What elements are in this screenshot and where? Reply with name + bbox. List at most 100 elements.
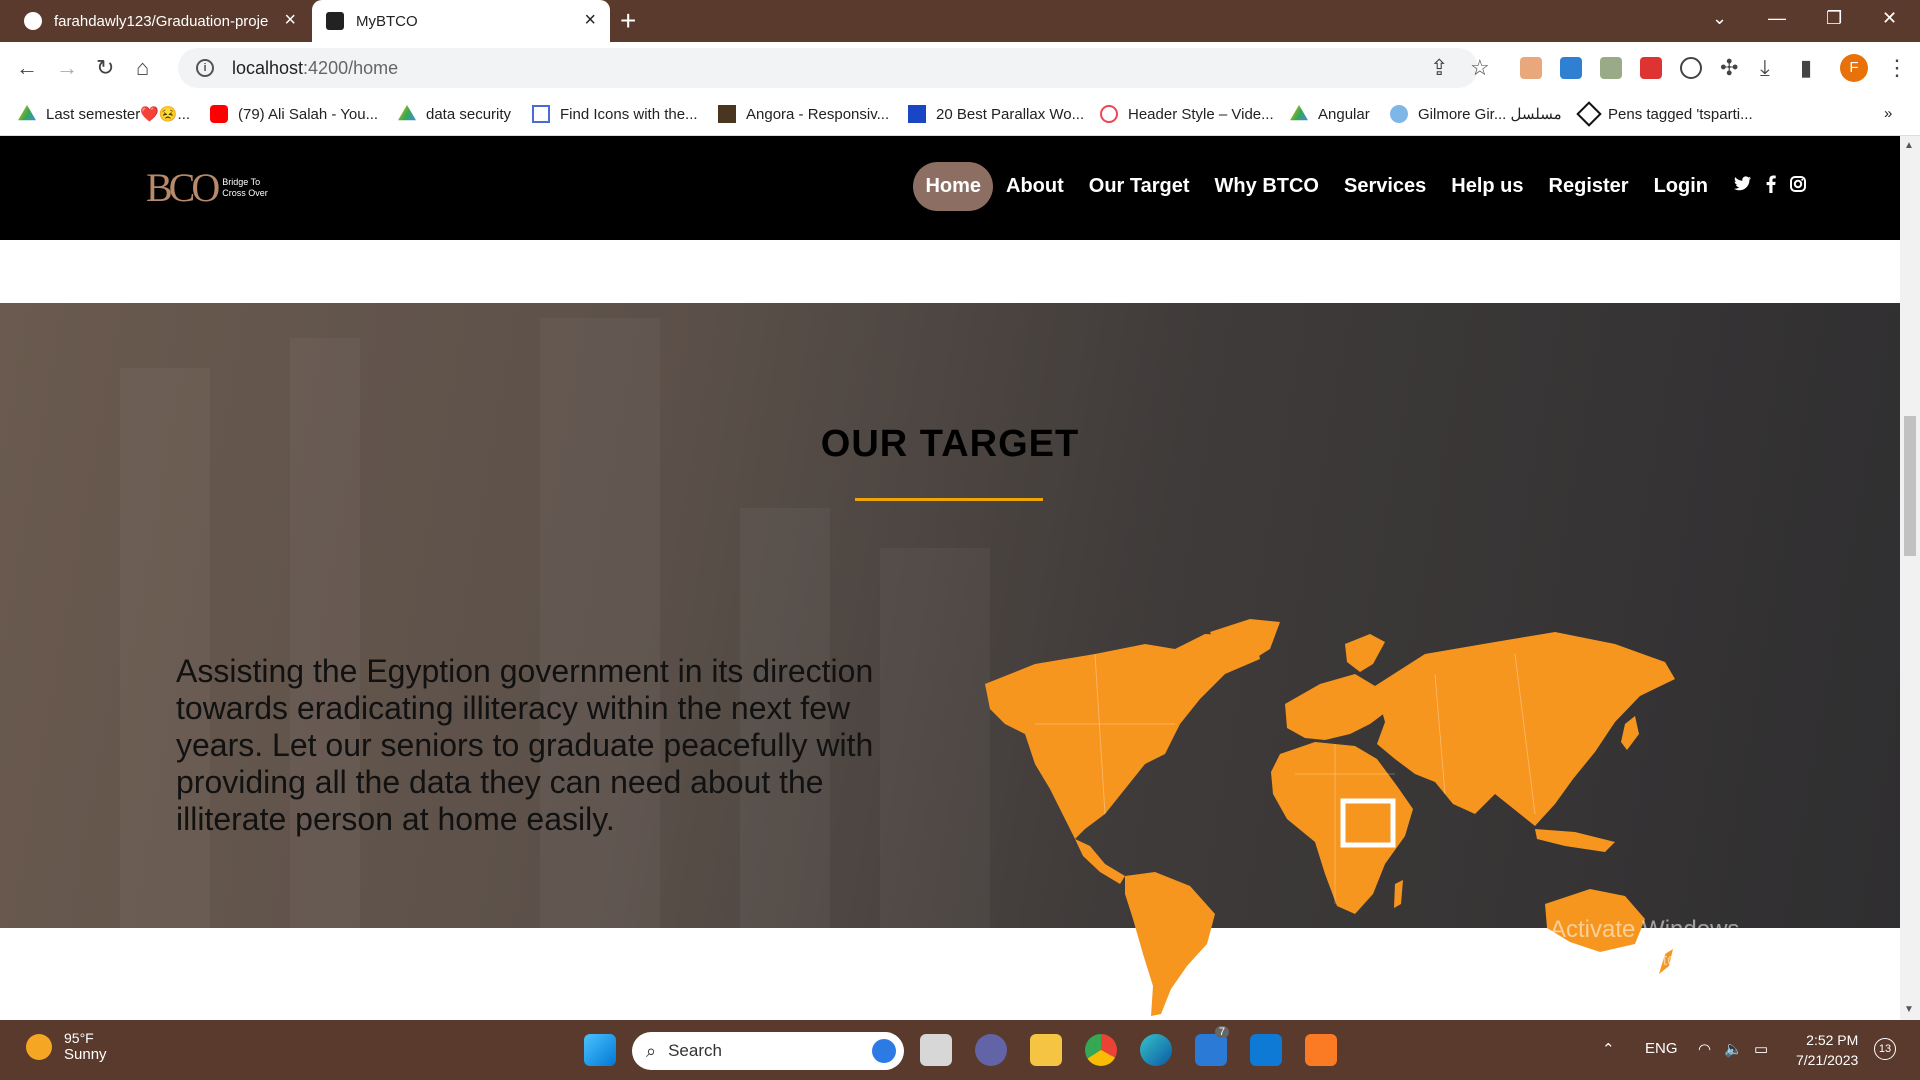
nav-our-target[interactable]: Our Target bbox=[1077, 162, 1202, 211]
page-scrollbar[interactable]: ▲ ▼ bbox=[1900, 136, 1920, 1020]
bookmark-item[interactable]: 20 Best Parallax Wo... bbox=[908, 105, 1084, 123]
more-bookmarks-icon[interactable]: » bbox=[1884, 105, 1892, 122]
c-extension-icon[interactable] bbox=[1640, 57, 1662, 79]
tab-title: farahdawly123/Graduation-proje bbox=[54, 12, 269, 30]
mail-icon[interactable]: 7 bbox=[1195, 1026, 1230, 1066]
angora-icon bbox=[718, 105, 736, 123]
system-clock[interactable]: 2:52 PM 7/21/2023 bbox=[1796, 1030, 1858, 1070]
drive-icon bbox=[1290, 105, 1308, 121]
task-view-icon[interactable] bbox=[920, 1034, 952, 1066]
tab-mybtco[interactable]: MyBTCO × bbox=[312, 0, 610, 42]
circle-extension-icon[interactable] bbox=[1680, 57, 1702, 79]
scroll-down-icon[interactable]: ▼ bbox=[1904, 1004, 1914, 1015]
github-icon bbox=[24, 12, 42, 30]
bookmark-item[interactable]: Gilmore Gir... مسلسل bbox=[1390, 105, 1562, 123]
page-viewport: BCO Bridge To Cross Over Home About Our … bbox=[0, 136, 1900, 1020]
menu-kebab-icon[interactable]: ⋮ bbox=[1886, 56, 1908, 80]
tab-title: MyBTCO bbox=[356, 12, 418, 30]
site-logo[interactable]: BCO Bridge To Cross Over bbox=[146, 168, 268, 208]
bookmark-item[interactable]: Angora - Responsiv... bbox=[718, 105, 889, 123]
back-icon[interactable]: ← bbox=[16, 56, 38, 80]
nav-help-us[interactable]: Help us bbox=[1439, 162, 1535, 211]
battery-icon[interactable]: ▭ bbox=[1754, 1040, 1768, 1058]
edge-icon[interactable] bbox=[1140, 1034, 1172, 1066]
angular-icon bbox=[326, 12, 344, 30]
title-underline bbox=[855, 498, 1043, 501]
downloads-icon[interactable]: ⤓ bbox=[1760, 56, 1770, 80]
bug-extension-icon[interactable] bbox=[1600, 57, 1622, 79]
instagram-icon[interactable] bbox=[1790, 176, 1806, 197]
file-explorer-icon[interactable] bbox=[1030, 1034, 1062, 1066]
nav-home[interactable]: Home bbox=[913, 162, 994, 211]
address-bar[interactable]: i localhost:4200/home bbox=[178, 48, 1478, 88]
nav-why-btco[interactable]: Why BTCO bbox=[1203, 162, 1331, 211]
show-hidden-icons[interactable]: ⌃ bbox=[1602, 1040, 1615, 1058]
scroll-thumb[interactable] bbox=[1904, 416, 1916, 556]
tab-search-icon[interactable]: ⌄ bbox=[1712, 8, 1727, 29]
browser-toolbar: ← → ↻ ⌂ i localhost:4200/home ⇪ ☆ ✣ ⤓ ▮ … bbox=[0, 42, 1920, 96]
xampp-icon[interactable] bbox=[1305, 1034, 1337, 1066]
scroll-up-icon[interactable]: ▲ bbox=[1904, 140, 1914, 151]
bookmark-item[interactable]: Last semester❤️😣... bbox=[18, 105, 190, 123]
nav-about[interactable]: About bbox=[994, 162, 1076, 211]
bookmark-item[interactable]: Pens tagged 'tsparti... bbox=[1576, 101, 1753, 127]
nav-services[interactable]: Services bbox=[1332, 162, 1438, 211]
close-window-button[interactable]: ✕ bbox=[1882, 8, 1897, 29]
mail-badge: 7 bbox=[1215, 1026, 1230, 1038]
bookmark-item[interactable]: Header Style – Vide... bbox=[1100, 105, 1274, 123]
forward-icon[interactable]: → bbox=[56, 56, 78, 80]
home-icon[interactable]: ⌂ bbox=[136, 56, 149, 80]
site-info-icon[interactable]: i bbox=[196, 59, 214, 77]
side-panel-icon[interactable]: ▮ bbox=[1800, 56, 1812, 80]
main-menu: Home About Our Target Why BTCO Services … bbox=[912, 162, 1806, 211]
bookmark-item[interactable]: Angular bbox=[1290, 105, 1370, 123]
twitter-icon[interactable] bbox=[1734, 176, 1752, 197]
tab-github[interactable]: farahdawly123/Graduation-proje × bbox=[10, 0, 310, 42]
sun-icon bbox=[26, 1033, 52, 1060]
bookmark-item[interactable]: (79) Ali Salah - You... bbox=[210, 105, 378, 123]
close-tab-icon[interactable]: × bbox=[284, 9, 296, 31]
taskbar-search[interactable]: ⌕ Search bbox=[632, 1032, 904, 1070]
language-indicator[interactable]: ENG bbox=[1645, 1040, 1678, 1057]
url-path: :4200/home bbox=[303, 57, 399, 78]
extension-icon[interactable] bbox=[1520, 57, 1542, 79]
nav-login[interactable]: Login bbox=[1642, 162, 1720, 211]
start-windows-icon[interactable] bbox=[584, 1034, 616, 1066]
vscode-icon[interactable] bbox=[1250, 1034, 1282, 1066]
bookmark-star-icon[interactable]: ☆ bbox=[1470, 56, 1490, 80]
activate-windows-watermark: Activate Windows Go to Settings to activ… bbox=[1550, 916, 1819, 969]
profile-avatar[interactable]: F bbox=[1840, 54, 1868, 82]
parallax-icon bbox=[908, 105, 926, 123]
bookmarks-bar: Last semester❤️😣... (79) Ali Salah - You… bbox=[0, 96, 1920, 136]
wifi-icon[interactable]: ◠ bbox=[1698, 1040, 1711, 1058]
volume-icon[interactable]: 🔈 bbox=[1724, 1040, 1743, 1058]
search-icon: ⌕ bbox=[646, 1040, 657, 1061]
flag-icon bbox=[532, 105, 550, 123]
codepen-icon bbox=[1576, 101, 1602, 127]
logo-text: Bridge To Cross Over bbox=[222, 177, 268, 198]
minimize-button[interactable]: — bbox=[1768, 8, 1786, 29]
section-description: Assisting the Egyption government in its… bbox=[176, 653, 874, 837]
reload-icon[interactable]: ↻ bbox=[96, 56, 114, 80]
new-tab-button[interactable]: + bbox=[620, 6, 636, 36]
url-host: localhost bbox=[232, 57, 304, 78]
bing-icon bbox=[872, 1039, 896, 1063]
chrome-icon[interactable] bbox=[1085, 1034, 1117, 1066]
browser-tab-strip: farahdawly123/Graduation-proje × MyBTCO … bbox=[0, 0, 1920, 42]
weather-widget[interactable]: 95°F Sunny bbox=[26, 1030, 107, 1063]
teams-icon[interactable] bbox=[975, 1034, 1007, 1066]
nav-register[interactable]: Register bbox=[1537, 162, 1641, 211]
bookmark-item[interactable]: Find Icons with the... bbox=[532, 105, 698, 123]
close-tab-icon[interactable]: × bbox=[584, 9, 596, 31]
site-navbar: BCO Bridge To Cross Over Home About Our … bbox=[0, 136, 1900, 240]
share-icon[interactable]: ⇪ bbox=[1430, 56, 1448, 80]
puzzle-icon[interactable]: ✣ bbox=[1720, 56, 1738, 80]
bookmark-item[interactable]: data security bbox=[398, 105, 511, 123]
notification-count[interactable]: 13 bbox=[1874, 1038, 1896, 1060]
drive-icon bbox=[398, 105, 416, 121]
restore-button[interactable]: ❐ bbox=[1826, 8, 1842, 29]
download-extension-icon[interactable] bbox=[1560, 57, 1582, 79]
facebook-icon[interactable] bbox=[1766, 175, 1776, 198]
windows-taskbar: 95°F Sunny ⌕ Search 7 ⌃ ENG ◠ 🔈 ▭ 2:52 P… bbox=[0, 1020, 1920, 1080]
section-title: OUR TARGET bbox=[820, 423, 1080, 465]
